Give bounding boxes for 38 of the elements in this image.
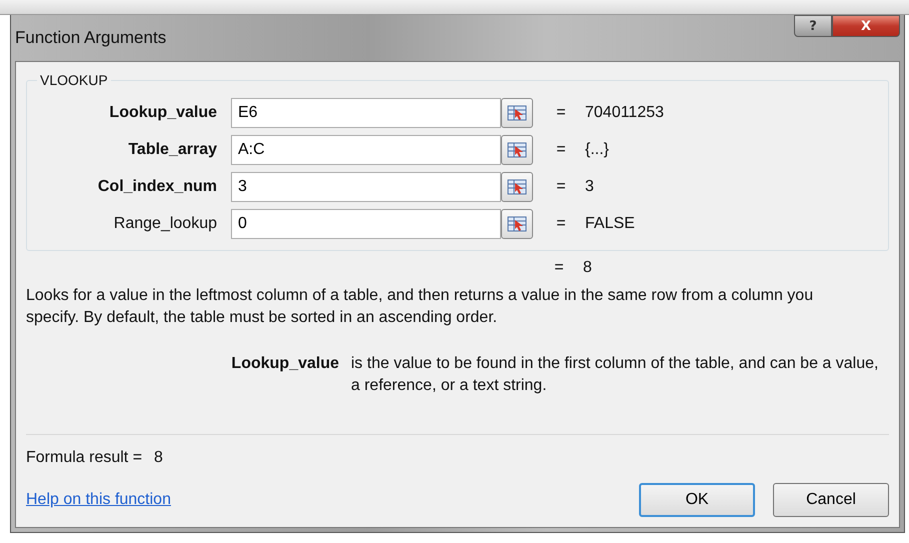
window-title: Function Arguments	[15, 28, 166, 48]
argument-input-field[interactable]: E6	[231, 98, 501, 128]
function-description: Looks for a value in the leftmost column of a table, and then returns a value in the same row from a column you specify. By default, the table must be sorted in an ascending order.	[26, 286, 814, 328]
argument-result: 704011253	[584, 104, 664, 122]
function-result: 8	[582, 259, 592, 277]
cell-range-icon	[507, 104, 527, 120]
dialog-button[interactable]: OK	[639, 483, 755, 517]
argument-label: Col_index_num	[96, 178, 218, 196]
range-picker-button[interactable]	[501, 172, 533, 202]
equals-sign: =	[555, 104, 567, 122]
help-button[interactable]: ?	[794, 15, 832, 37]
cell-range-icon	[507, 216, 527, 232]
formula-result-label: Formula result =	[26, 449, 142, 467]
argument-result: 3	[584, 178, 594, 196]
range-picker-button[interactable]	[501, 98, 533, 128]
range-picker-button[interactable]	[501, 208, 533, 238]
equals-sign: =	[555, 214, 567, 232]
argument-input-field[interactable]: 3	[231, 172, 501, 202]
argument-help-name: Lookup_value	[230, 354, 339, 374]
argument-input-field[interactable]: 0	[231, 208, 501, 238]
equals-sign: =	[555, 140, 567, 158]
range-picker-button[interactable]	[501, 134, 533, 164]
argument-input-field[interactable]: A:C	[231, 134, 501, 164]
argument-label: Table_array	[127, 140, 218, 158]
argument-result: {...}	[584, 140, 610, 158]
cell-range-icon	[507, 178, 527, 194]
argument-label: Lookup_value	[108, 104, 218, 122]
argument-result: FALSE	[584, 214, 635, 232]
equals-sign: =	[553, 259, 565, 277]
function-name: VLOOKUP	[39, 72, 109, 88]
argument-help-text: is the value to be found in the first column of the table, and can be a value, a reference, or a text string.	[350, 354, 880, 396]
close-button[interactable]: X	[832, 15, 900, 37]
equals-sign: =	[555, 178, 567, 196]
cell-range-icon	[507, 142, 527, 158]
argument-label: Range_lookup	[112, 214, 218, 232]
dialog-button[interactable]: Cancel	[773, 483, 889, 517]
formula-result-value: 8	[154, 449, 163, 467]
help-link[interactable]: Help on this function	[26, 491, 171, 509]
